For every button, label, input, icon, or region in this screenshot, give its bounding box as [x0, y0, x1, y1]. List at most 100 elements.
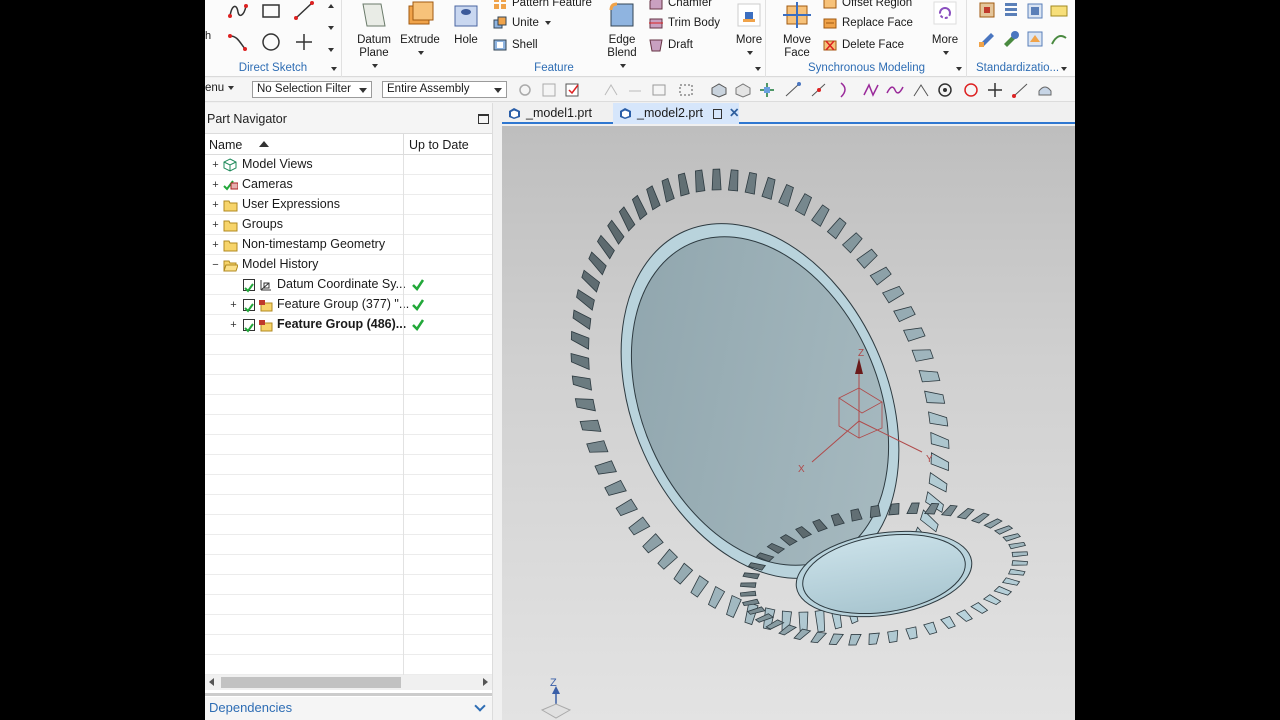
- quadrant-point-icon[interactable]: [935, 81, 955, 99]
- tree-row[interactable]: + User Expressions: [205, 195, 492, 215]
- feature-selection-icon[interactable]: [515, 81, 535, 99]
- note-icon[interactable]: [1048, 0, 1070, 22]
- tree-row[interactable]: Datum Coordinate Sy...: [205, 275, 492, 295]
- offset-region-button[interactable]: Offset Region: [823, 0, 912, 12]
- arc-icon[interactable]: [227, 0, 249, 22]
- point-on-face-icon[interactable]: [1011, 81, 1031, 99]
- unite-button[interactable]: Unite: [493, 14, 551, 32]
- intersection-icon[interactable]: [861, 81, 881, 99]
- wrench-icon[interactable]: [1000, 28, 1022, 50]
- feature-group: Datum Plane Extrude Hole Pattern Feature…: [343, 0, 766, 77]
- move-face-button[interactable]: Move Face: [779, 0, 815, 60]
- bounded-grid-icon[interactable]: [1035, 81, 1055, 99]
- point-on-curve-icon[interactable]: [885, 81, 905, 99]
- general-selection-icon[interactable]: [539, 81, 559, 99]
- scroll-left-icon[interactable]: [209, 678, 214, 686]
- dependencies-panel-header[interactable]: Dependencies: [205, 697, 492, 720]
- tangent-point-icon[interactable]: [961, 81, 981, 99]
- expand-icon[interactable]: +: [211, 200, 220, 211]
- expand-icon[interactable]: +: [211, 160, 220, 171]
- feature-more-button[interactable]: More: [733, 0, 765, 60]
- control-point-icon[interactable]: [835, 81, 855, 99]
- standard-part-icon[interactable]: [1024, 0, 1046, 22]
- checkbox[interactable]: [243, 299, 255, 313]
- mid-point-icon[interactable]: [809, 81, 829, 99]
- navigator-horizontal-scrollbar[interactable]: [205, 675, 492, 690]
- pin-icon[interactable]: [712, 108, 722, 119]
- tree-row[interactable]: + Feature Group (486)...: [205, 315, 492, 335]
- sync-more-button[interactable]: More: [929, 0, 961, 60]
- expand-icon[interactable]: +: [211, 180, 220, 191]
- collapse-icon[interactable]: −: [211, 260, 220, 271]
- extrude-button[interactable]: Extrude: [399, 0, 441, 60]
- weld-icon[interactable]: [1024, 28, 1046, 50]
- sketch-cut-label: h: [205, 30, 212, 42]
- expand-icon[interactable]: +: [229, 320, 238, 331]
- tree-row[interactable]: − Model History: [205, 255, 492, 275]
- tree-row[interactable]: + Cameras: [205, 175, 492, 195]
- direct-sketch-more-arrow[interactable]: [331, 67, 337, 71]
- graphics-window[interactable]: Z X Y Z: [502, 126, 1075, 720]
- hole-button[interactable]: Hole: [447, 0, 485, 47]
- tree-row[interactable]: + Non-timestamp Geometry: [205, 235, 492, 255]
- feature-group-icon: [259, 300, 273, 312]
- bolt-icon[interactable]: [976, 28, 998, 50]
- maximize-icon[interactable]: [478, 114, 489, 124]
- sketch-gallery-scroll[interactable]: [327, 2, 335, 62]
- rectangle-icon[interactable]: [260, 0, 282, 22]
- feature-more-label: More: [735, 34, 763, 46]
- line-icon[interactable]: [293, 0, 315, 22]
- existing-point-icon[interactable]: [985, 81, 1005, 99]
- face-filter-icon[interactable]: [733, 81, 753, 99]
- navigator-splitter[interactable]: [205, 693, 492, 696]
- expand-icon[interactable]: +: [211, 240, 220, 251]
- circle-icon[interactable]: [260, 31, 282, 53]
- checkbox[interactable]: [243, 319, 255, 333]
- tree-row[interactable]: + Model Views: [205, 155, 492, 175]
- bevel-gear-model[interactable]: Z X Y Z: [502, 126, 1075, 720]
- pattern-feature-button[interactable]: Pattern Feature: [493, 0, 592, 12]
- reuse-library-icon[interactable]: [1000, 0, 1022, 22]
- empty-row: [205, 475, 492, 495]
- gear-tooth: [923, 621, 938, 635]
- sync-more-arrow[interactable]: [956, 67, 962, 71]
- multi-select-icon[interactable]: [601, 81, 621, 99]
- rectangle-select-icon[interactable]: [677, 81, 697, 99]
- tree-row[interactable]: + Groups: [205, 215, 492, 235]
- tab-model2[interactable]: _model2.prt ✕: [613, 103, 739, 124]
- navigator-border[interactable]: [492, 103, 497, 720]
- feature-more-arrow[interactable]: [755, 67, 761, 71]
- scroll-right-icon[interactable]: [483, 678, 488, 686]
- close-icon[interactable]: ✕: [729, 103, 739, 124]
- arc-center-icon[interactable]: [911, 81, 931, 99]
- tab-model1[interactable]: _model1.prt: [502, 103, 610, 124]
- shell-button[interactable]: Shell: [493, 36, 538, 54]
- lasso-icon[interactable]: [649, 81, 669, 99]
- point-icon[interactable]: [293, 31, 315, 53]
- draft-button[interactable]: Draft: [649, 36, 693, 54]
- fastener-assembly-icon[interactable]: [976, 0, 998, 22]
- scrollbar-thumb[interactable]: [221, 677, 401, 688]
- chamfer-button[interactable]: Chamfer: [649, 0, 712, 12]
- menu-button[interactable]: enu: [205, 82, 235, 94]
- gesture-select-icon[interactable]: [625, 81, 645, 99]
- trim-body-button[interactable]: Trim Body: [649, 14, 720, 32]
- studio-spline-icon[interactable]: [227, 31, 249, 53]
- end-point-icon[interactable]: [783, 81, 803, 99]
- checkbox[interactable]: [243, 279, 255, 293]
- snap-move-icon[interactable]: [757, 81, 777, 99]
- expand-icon[interactable]: +: [229, 300, 238, 311]
- up-to-date-column-header[interactable]: Up to Date: [409, 138, 469, 152]
- name-column-header[interactable]: Name: [209, 138, 242, 152]
- replace-face-button[interactable]: Replace Face: [823, 14, 913, 32]
- selection-scope-dropdown[interactable]: Entire Assembly: [382, 81, 507, 98]
- chevron-down-icon[interactable]: [474, 700, 486, 712]
- tree-row[interactable]: + Feature Group (377) "...: [205, 295, 492, 315]
- standardization-more-arrow[interactable]: [1061, 67, 1067, 71]
- select-all-icon[interactable]: [563, 81, 583, 99]
- delete-face-button[interactable]: Delete Face: [823, 36, 904, 54]
- expand-icon[interactable]: +: [211, 220, 220, 231]
- solid-body-filter-icon[interactable]: [709, 81, 729, 99]
- route-icon[interactable]: [1048, 28, 1070, 50]
- selection-filter-dropdown[interactable]: No Selection Filter: [252, 81, 372, 98]
